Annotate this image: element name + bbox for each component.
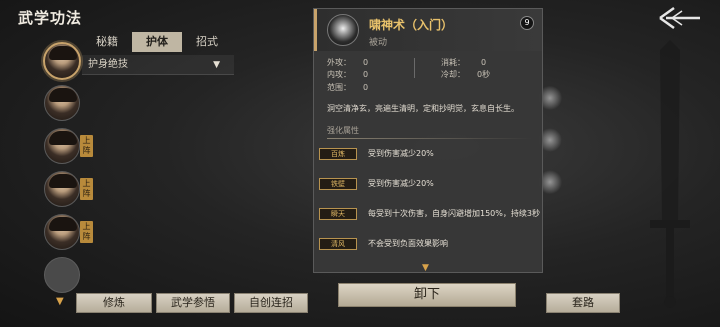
- avatar-empty-slot[interactable]: [44, 257, 80, 293]
- routine-button[interactable]: 套路: [546, 293, 620, 313]
- tab-bar: 秘籍 护体 招式: [82, 32, 232, 52]
- level-badge: 9: [520, 16, 534, 30]
- page-title: 武学功法: [18, 9, 83, 27]
- unequip-button[interactable]: 卸下: [338, 283, 516, 307]
- train-button[interactable]: 修炼: [76, 293, 152, 313]
- avatar[interactable]: [44, 85, 80, 121]
- chevron-down-icon: ▼: [213, 60, 220, 70]
- status-badge: 上阵: [80, 135, 93, 157]
- effect-text: 不会受到负面效果影响: [368, 239, 448, 248]
- category-dropdown[interactable]: 护身绝技 ▼: [82, 55, 234, 75]
- tab-zhaoshi[interactable]: 招式: [182, 32, 232, 52]
- study-button[interactable]: 武学参悟: [156, 293, 230, 313]
- avatar[interactable]: [44, 214, 80, 250]
- weapon-silhouette-icon: [650, 40, 690, 308]
- skill-type: 被动: [369, 38, 388, 48]
- skill-header: 啸神术（入门） 被动 9: [314, 9, 542, 51]
- avatar[interactable]: [44, 171, 80, 207]
- skill-icon: [327, 14, 359, 46]
- effect-text: 每受到十次伤害，自身闪避增加150%，持续3秒: [368, 209, 540, 218]
- dropdown-value: 护身绝技: [88, 59, 128, 70]
- effect-text: 受到伤害减少20%: [368, 179, 434, 188]
- section-title: 强化属性: [327, 126, 359, 135]
- tab-miji[interactable]: 秘籍: [82, 32, 132, 52]
- chevron-down-icon[interactable]: ▼: [56, 296, 64, 307]
- stat-consume: 消耗： 0: [441, 58, 487, 67]
- effect-text: 受到伤害减少20%: [368, 149, 434, 158]
- stat-inner-attack: 内攻： 0: [327, 70, 369, 79]
- avatar-selected[interactable]: [43, 42, 81, 80]
- stat-divider: [414, 58, 415, 78]
- effect-tag: 百炼: [319, 148, 357, 160]
- effect-tag: 瞬天: [319, 208, 357, 220]
- stat-outer-attack: 外攻： 0: [327, 58, 369, 67]
- skill-name: 啸神术（入门）: [369, 18, 454, 32]
- create-combo-button[interactable]: 自创连招: [234, 293, 308, 313]
- back-arrow-icon[interactable]: [658, 4, 702, 32]
- stat-cooldown: 冷却： 0秒: [441, 70, 491, 79]
- stat-range: 范围： 0: [327, 83, 369, 92]
- skill-description: 洞空清净玄，亮遍生清明，定和抄明觉，玄息自长生。: [327, 104, 519, 113]
- effect-tag: 铁壁: [319, 178, 357, 190]
- avatar[interactable]: [44, 128, 80, 164]
- chevron-down-icon[interactable]: ▼: [422, 263, 429, 273]
- skill-detail-panel: 啸神术（入门） 被动 9 外攻： 0 内攻： 0 范围： 0 消耗： 0 冷却： 0秒 洞…: [313, 8, 543, 273]
- tab-huti[interactable]: 护体: [132, 32, 182, 52]
- effect-tag: 清风: [319, 238, 357, 250]
- status-badge: 上阵: [80, 178, 93, 200]
- divider: [327, 138, 532, 139]
- status-badge: 上阵: [80, 221, 93, 243]
